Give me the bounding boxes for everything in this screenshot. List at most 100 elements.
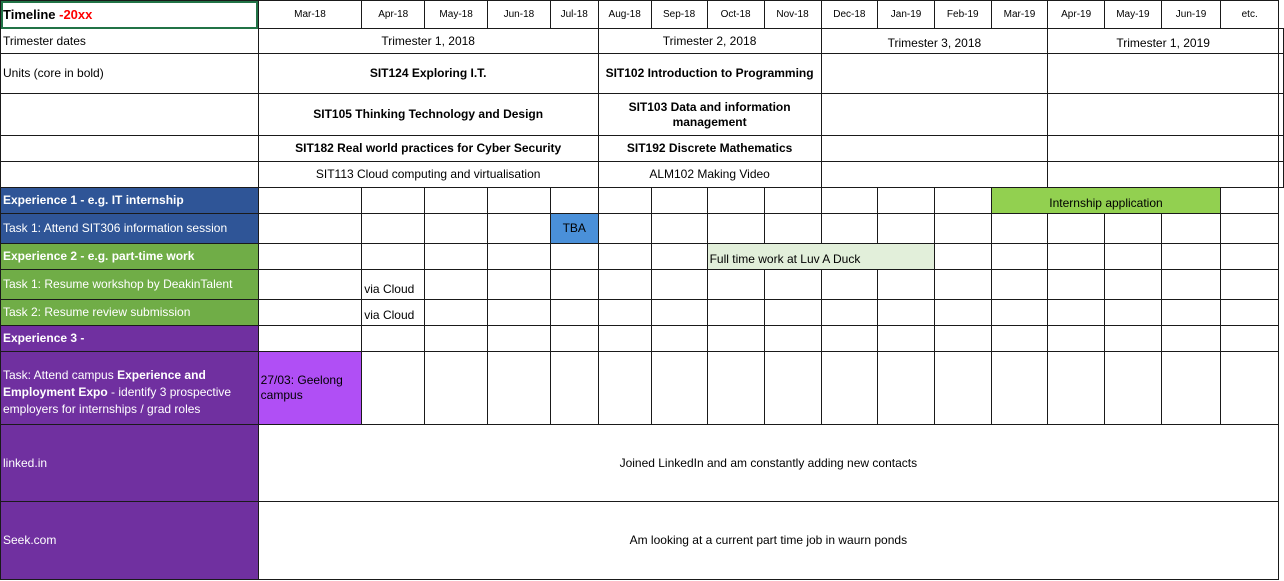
cell[interactable] <box>597 325 652 352</box>
trimester-2-2018[interactable]: Trimester 2, 2018 <box>597 28 822 54</box>
unit-cell[interactable]: SIT102 Introduction to Programming <box>597 53 822 94</box>
cell[interactable] <box>650 213 708 244</box>
cell[interactable] <box>424 269 489 300</box>
cell[interactable] <box>1160 351 1222 425</box>
cell[interactable] <box>820 93 1049 136</box>
cell[interactable] <box>424 187 489 214</box>
cell[interactable] <box>1047 243 1105 270</box>
cell[interactable] <box>597 213 652 244</box>
cell[interactable] <box>361 187 426 214</box>
cell[interactable] <box>361 213 426 244</box>
cell[interactable] <box>0 161 259 188</box>
cell[interactable] <box>877 213 935 244</box>
cell[interactable] <box>1220 325 1279 352</box>
exp3-task-label[interactable]: Task: Attend campus Experience and Emplo… <box>0 351 259 425</box>
cell[interactable] <box>1220 187 1279 214</box>
cell[interactable] <box>1047 351 1105 425</box>
cell[interactable] <box>650 243 708 270</box>
cell[interactable] <box>361 351 426 425</box>
unit-cell[interactable]: SIT182 Real world practices for Cyber Se… <box>257 135 599 162</box>
cell[interactable] <box>990 299 1049 326</box>
month-header[interactable]: Mar-18 <box>257 0 363 29</box>
cell[interactable] <box>0 93 259 136</box>
cell[interactable] <box>877 325 935 352</box>
unit-cell[interactable]: SIT103 Data and information management <box>597 93 822 136</box>
cell[interactable] <box>933 213 992 244</box>
cell[interactable] <box>1220 351 1279 425</box>
cell[interactable] <box>1104 351 1162 425</box>
cell[interactable] <box>1278 161 1284 188</box>
cell[interactable] <box>1104 325 1162 352</box>
cell[interactable] <box>487 187 551 214</box>
cell[interactable] <box>597 269 652 300</box>
cell[interactable] <box>549 187 599 214</box>
cell[interactable] <box>1047 135 1279 162</box>
cell[interactable] <box>990 269 1049 300</box>
cell[interactable] <box>597 243 652 270</box>
tba-cell[interactable]: TBA <box>549 213 599 244</box>
cell[interactable] <box>706 269 765 300</box>
cell[interactable] <box>1278 53 1284 94</box>
cell[interactable] <box>650 351 708 425</box>
cell[interactable] <box>650 269 708 300</box>
cell[interactable] <box>820 187 879 214</box>
cell[interactable] <box>257 213 363 244</box>
unit-cell[interactable]: ALM102 Making Video <box>597 161 822 188</box>
month-header[interactable]: Jul-18 <box>549 0 599 29</box>
cell[interactable] <box>1104 299 1162 326</box>
cell[interactable] <box>597 351 652 425</box>
units-label[interactable]: Units (core in bold) <box>0 53 259 94</box>
cell[interactable] <box>257 269 363 300</box>
cell[interactable] <box>877 351 935 425</box>
month-header[interactable]: Jun-18 <box>487 0 551 29</box>
cell[interactable] <box>1278 93 1284 136</box>
geelong-expo-cell[interactable]: 27/03: Geelong campus <box>257 351 363 425</box>
cell[interactable] <box>1047 93 1279 136</box>
via-cloud-cell[interactable]: via Cloud <box>361 269 426 300</box>
cell[interactable] <box>990 243 1049 270</box>
cell[interactable] <box>549 325 599 352</box>
month-header[interactable]: Sep-18 <box>650 0 708 29</box>
cell[interactable] <box>0 135 259 162</box>
cell[interactable] <box>933 243 992 270</box>
cell[interactable] <box>1104 213 1162 244</box>
cell[interactable] <box>597 187 652 214</box>
cell[interactable] <box>1104 243 1162 270</box>
cell[interactable] <box>487 351 551 425</box>
cell[interactable] <box>1278 135 1284 162</box>
month-header[interactable]: Apr-18 <box>361 0 426 29</box>
month-header[interactable]: Mar-19 <box>990 0 1049 29</box>
seek-label[interactable]: Seek.com <box>0 501 259 580</box>
cell[interactable] <box>257 187 363 214</box>
cell[interactable] <box>549 243 599 270</box>
cell[interactable] <box>424 351 489 425</box>
cell[interactable] <box>361 325 426 352</box>
cell[interactable] <box>877 299 935 326</box>
cell[interactable] <box>597 299 652 326</box>
cell[interactable] <box>706 213 765 244</box>
cell[interactable] <box>933 351 992 425</box>
cell[interactable] <box>549 351 599 425</box>
trimester-1-2019[interactable]: Trimester 1, 2019 <box>1047 28 1279 54</box>
cell[interactable] <box>424 299 489 326</box>
cell[interactable] <box>487 243 551 270</box>
cell[interactable] <box>933 325 992 352</box>
cell[interactable] <box>763 187 822 214</box>
cell[interactable] <box>549 269 599 300</box>
unit-cell[interactable]: SIT113 Cloud computing and virtualisatio… <box>257 161 599 188</box>
cell[interactable] <box>1220 299 1279 326</box>
cell[interactable] <box>1047 213 1105 244</box>
cell[interactable] <box>257 299 363 326</box>
cell[interactable] <box>1047 325 1105 352</box>
cell[interactable] <box>1160 243 1222 270</box>
cell[interactable] <box>257 325 363 352</box>
month-header[interactable]: Jan-19 <box>877 0 935 29</box>
trimester-3-2018[interactable]: Trimester 3, 2018 <box>820 28 1049 54</box>
cell[interactable] <box>424 213 489 244</box>
linkedin-label[interactable]: linked.in <box>0 424 259 502</box>
cell[interactable] <box>933 187 992 214</box>
cell[interactable] <box>820 269 879 300</box>
month-header[interactable]: May-18 <box>424 0 489 29</box>
full-time-work-bar[interactable]: Full time work at Luv A Duck <box>706 243 935 270</box>
cell[interactable] <box>487 325 551 352</box>
